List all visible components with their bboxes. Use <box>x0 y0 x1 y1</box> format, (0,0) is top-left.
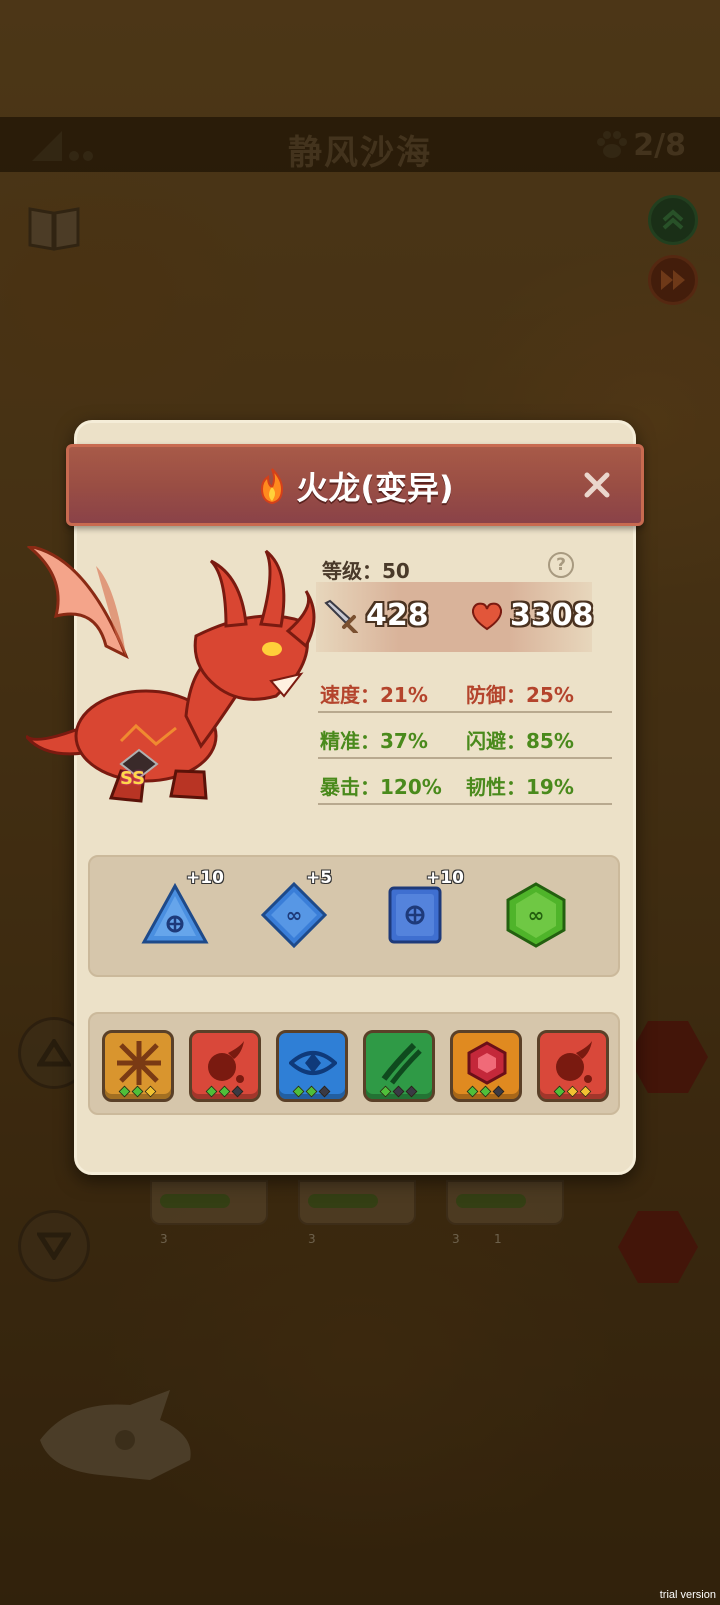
gem-bonus: +10 <box>186 868 224 888</box>
slash-skill[interactable] <box>363 1030 435 1102</box>
stat-value: 37% <box>380 729 428 753</box>
eye-icon <box>289 1051 337 1075</box>
attack-value: 428 <box>366 598 429 633</box>
skill-rank-pips <box>466 1085 505 1098</box>
blue-triangle-gem-icon[interactable] <box>140 880 210 950</box>
green-hexagon-gem-icon[interactable]: ∞ <box>501 880 571 950</box>
stat-value: 85% <box>526 729 574 753</box>
svg-text:∞: ∞ <box>286 903 303 927</box>
close-button[interactable] <box>577 465 617 505</box>
rank-badge: SS <box>120 768 146 789</box>
stat-value: 19% <box>526 775 574 799</box>
dialog-header: 火龙(变异) <box>66 444 644 526</box>
blue-square-gem-icon[interactable] <box>380 880 450 950</box>
blue-diamond-gem-icon[interactable]: ∞ <box>259 880 329 950</box>
level-label: 等级：50 <box>322 559 410 583</box>
stat-label: 精准： <box>320 729 380 753</box>
claw-strike-skill[interactable] <box>102 1030 174 1102</box>
stat-label: 闪避： <box>466 729 526 753</box>
stat-value: 25% <box>526 683 574 707</box>
claw-burst-icon <box>117 1041 161 1085</box>
shield-gem-skill[interactable] <box>450 1030 522 1102</box>
gem-bonus: +10 <box>426 868 464 888</box>
fire-dragon-portrait <box>26 546 316 803</box>
stat-label: 韧性： <box>466 775 526 799</box>
stat-value: 120% <box>380 775 442 799</box>
fire-element-icon <box>261 468 284 505</box>
claw-slash-icon <box>381 1042 422 1085</box>
health-stat: 3308 <box>470 598 594 633</box>
watermark: trial version <box>659 1589 716 1601</box>
help-button[interactable]: ? <box>548 552 574 578</box>
ruby-gem-icon <box>467 1041 507 1085</box>
sword-icon <box>324 599 358 633</box>
skill-rank-pips <box>205 1085 244 1098</box>
heart-icon <box>471 602 503 630</box>
stat-label: 防御： <box>466 683 526 707</box>
fire-drop-skill[interactable] <box>189 1030 261 1102</box>
stat-value: 21% <box>380 683 428 707</box>
skill-rank-pips <box>118 1085 157 1098</box>
skill-rank-pips <box>379 1085 418 1098</box>
gem-bonus: +5 <box>306 868 333 888</box>
stat-row: 速度：21% 防御：25% <box>318 667 612 713</box>
fire-drop-icon <box>208 1041 244 1083</box>
stat-row: 暴击：120% 韧性：19% <box>318 759 612 805</box>
svg-text:∞: ∞ <box>528 903 545 927</box>
stat-label: 暴击： <box>320 775 380 799</box>
dialog-title: 火龙(变异) <box>296 469 454 507</box>
stat-label: 速度： <box>320 683 380 707</box>
health-value: 3308 <box>510 598 594 633</box>
fire-drop-skill-2[interactable] <box>537 1030 609 1102</box>
skill-rank-pips <box>292 1085 331 1098</box>
stat-row: 精准：37% 闪避：85% <box>318 713 612 759</box>
attack-stat: 428 <box>322 598 429 633</box>
skill-rank-pips <box>553 1085 592 1098</box>
fire-drop-icon <box>556 1041 592 1083</box>
close-icon <box>584 472 610 498</box>
eye-sight-skill[interactable] <box>276 1030 348 1102</box>
